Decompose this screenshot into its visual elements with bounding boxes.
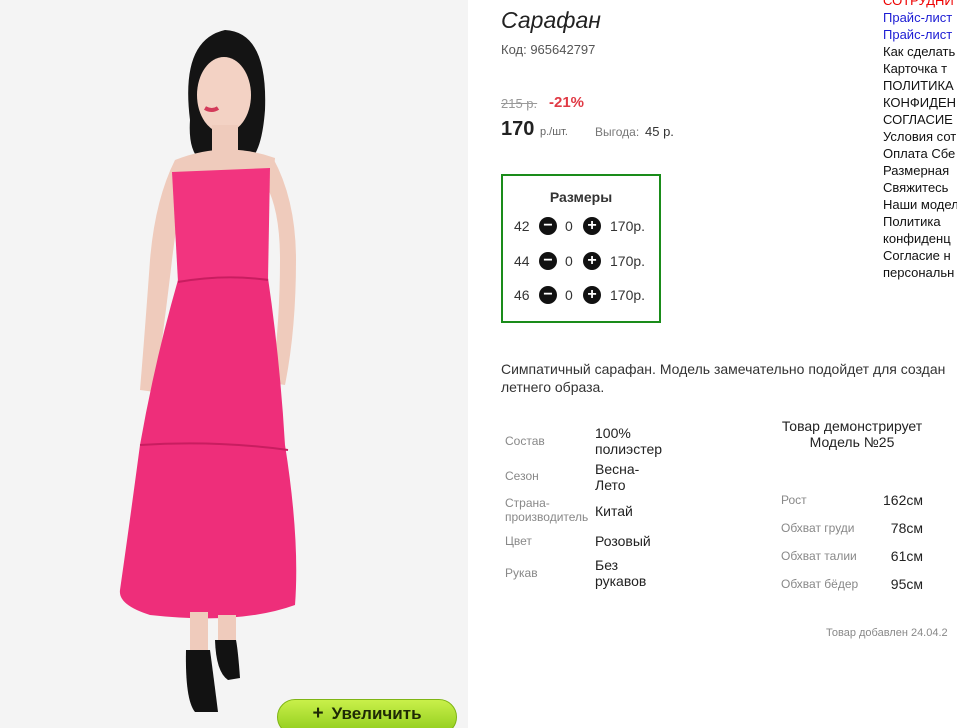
size-label: 44: [514, 253, 530, 269]
sidebar-link[interactable]: Политика: [883, 213, 957, 230]
old-price: 215 р.: [501, 96, 538, 111]
plus-icon[interactable]: +: [583, 217, 601, 235]
attr-value: Розовый: [595, 533, 651, 549]
attr-label: Состав: [505, 434, 545, 448]
zoom-button-label: Увеличить: [331, 704, 422, 723]
quantity-value: 0: [565, 218, 573, 234]
size-row: 46 − 0 + 170р.: [503, 284, 659, 306]
sizes-panel: Размеры 42 − 0 + 170р. 44 − 0 + 170р. 46…: [501, 174, 661, 323]
minus-icon[interactable]: −: [539, 252, 557, 270]
model-in-pink-dress-image: [119, 30, 297, 712]
sidebar-link[interactable]: Как сделать: [883, 43, 957, 60]
sidebar-link[interactable]: Условия сот: [883, 128, 957, 145]
attr-value: Китай: [595, 503, 633, 519]
model-heading: Товар демонстрирует Модель №25: [781, 418, 923, 450]
current-price: 170: [501, 118, 535, 140]
model-param-value: 61см: [890, 548, 923, 564]
model-param-value: 95см: [890, 576, 923, 592]
minus-icon[interactable]: −: [539, 286, 557, 304]
product-photo[interactable]: + Увеличить: [0, 0, 468, 728]
attr-label: Цвет: [505, 534, 532, 548]
sidebar-link[interactable]: Свяжитесь: [883, 179, 957, 196]
size-price: 170р.: [610, 218, 646, 234]
sidebar-link[interactable]: СОТРУДНИ: [883, 0, 957, 9]
plus-icon[interactable]: +: [583, 252, 601, 270]
attr-label: Страна-производитель: [505, 496, 589, 524]
description-line: Симпатичный сарафан. Модель замечательно…: [501, 361, 946, 377]
quantity-value: 0: [565, 287, 573, 303]
model-param-label: Обхват груди: [781, 521, 855, 535]
zoom-button[interactable]: + Увеличить: [277, 699, 457, 728]
sidebar-link[interactable]: конфиденц: [883, 230, 957, 247]
sidebar-link[interactable]: Наши модел: [883, 196, 957, 213]
size-row: 44 − 0 + 170р.: [503, 250, 659, 272]
sidebar-link[interactable]: Размерная: [883, 162, 957, 179]
sidebar-links: СОТРУДНИ Прайс-лист Прайс-лист Как сдела…: [883, 0, 957, 281]
minus-icon[interactable]: −: [539, 217, 557, 235]
added-date: Товар добавлен 24.04.2: [826, 627, 948, 639]
model-param-label: Обхват талии: [781, 549, 857, 563]
model-param-value: 78см: [890, 520, 923, 536]
sidebar-link[interactable]: СОГЛАСИЕ: [883, 111, 957, 128]
size-price: 170р.: [610, 253, 646, 269]
sidebar-link[interactable]: Согласие н: [883, 247, 957, 264]
benefit-value: 45 р.: [645, 124, 674, 139]
price-unit: р./шт.: [540, 126, 568, 138]
model-param-label: Рост: [781, 493, 807, 507]
sidebar-link[interactable]: Карточка т: [883, 60, 957, 77]
sizes-title: Размеры: [549, 189, 613, 205]
sidebar-link[interactable]: персональн: [883, 264, 957, 281]
model-param-label: Обхват бёдер: [781, 577, 859, 591]
description-line: летнего образа.: [501, 379, 605, 395]
plus-icon[interactable]: +: [583, 286, 601, 304]
size-row: 42 − 0 + 170р.: [503, 215, 659, 237]
quantity-value: 0: [565, 253, 573, 269]
discount-badge: -21%: [549, 94, 585, 111]
size-label: 46: [514, 287, 530, 303]
attr-value: Без рукавов: [595, 557, 647, 589]
model-param-value: 162см: [883, 492, 923, 508]
attr-value: 100% полиэстер: [595, 425, 663, 457]
product-description: Симпатичный сарафан. Модель замечательно…: [501, 360, 957, 396]
sidebar-link[interactable]: Прайс-лист: [883, 9, 957, 26]
attr-label: Сезон: [505, 469, 539, 483]
product-code: Код: 965642797: [501, 42, 596, 57]
sidebar-link[interactable]: КОНФИДЕН: [883, 94, 957, 111]
sidebar-link[interactable]: ПОЛИТИКА: [883, 77, 957, 94]
sidebar-link[interactable]: Прайс-лист: [883, 26, 957, 43]
sidebar-link[interactable]: Оплата Сбе: [883, 145, 957, 162]
size-price: 170р.: [610, 287, 646, 303]
product-title: Сарафан: [501, 7, 601, 33]
benefit-label: Выгода:: [595, 125, 640, 139]
attr-value: Весна-Лето: [595, 461, 640, 493]
size-label: 42: [514, 218, 530, 234]
plus-icon: +: [312, 703, 324, 724]
attr-label: Рукав: [505, 566, 538, 580]
